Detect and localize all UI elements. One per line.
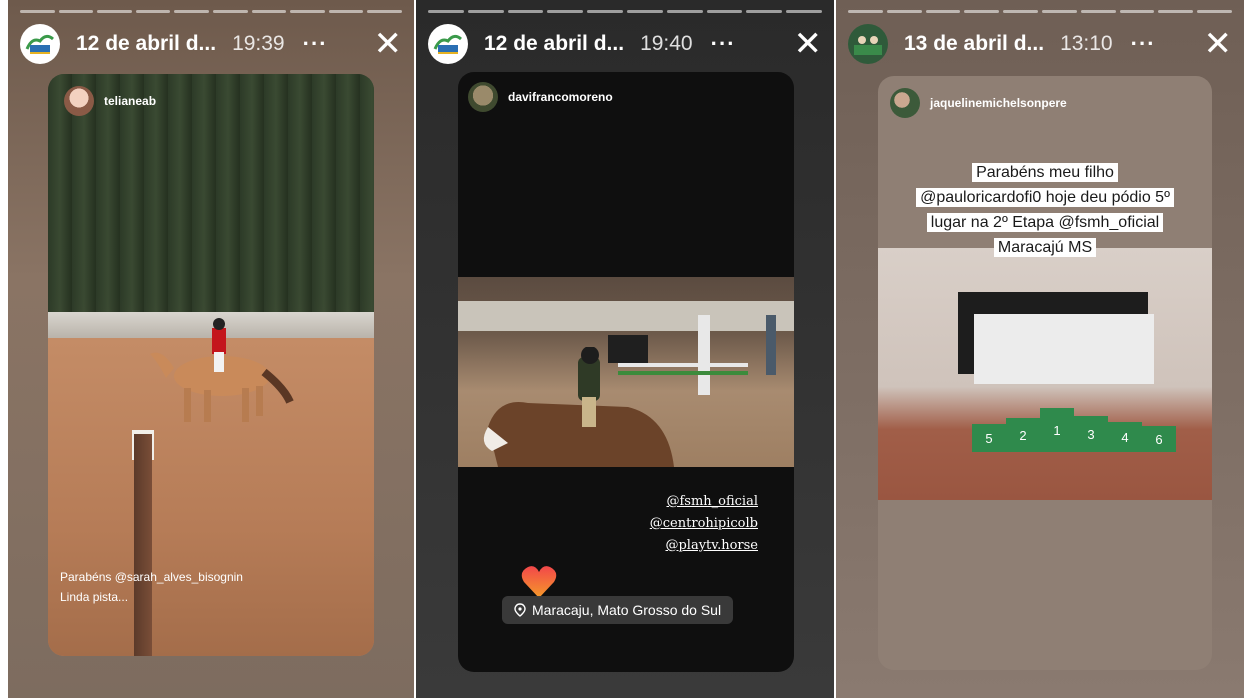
jump-obstacle-image (608, 315, 776, 395)
username: davifrancomoreno (508, 90, 613, 104)
caption-line: Linda pista... (60, 590, 129, 604)
mention-tag[interactable]: @fsmh_oficial (666, 494, 758, 509)
location-pin-icon (514, 603, 526, 617)
story-time: 13:10 (1060, 32, 1113, 55)
story-progress-bar (848, 10, 1232, 13)
horse-rider-image (150, 318, 294, 422)
podium-step: 2 (1006, 418, 1040, 452)
close-button[interactable]: ✕ (1204, 27, 1233, 61)
mention-tag[interactable]: @playtv.horse (665, 538, 758, 553)
more-options-button[interactable]: ··· (303, 31, 328, 57)
competition-photo (458, 277, 794, 467)
fsmh-logo-icon (433, 34, 462, 54)
podium-step: 4 (1108, 422, 1142, 452)
story-caption: Parabéns meu filho @pauloricardofi0 hoje… (878, 160, 1212, 260)
mention-tag[interactable]: @centrohipicolb (650, 516, 758, 531)
user-avatar (64, 86, 94, 116)
location-sticker[interactable]: Maracaju, Mato Grosso do Sul (502, 596, 734, 624)
shared-story-card[interactable]: telianeab Parabéns @sarah_alves_bisognin… (48, 74, 374, 656)
story-header: 12 de abril d... 19:40 ··· ✕ (428, 24, 822, 64)
story-progress-bar (20, 10, 402, 13)
story-time: 19:40 (640, 32, 693, 55)
caption-line: Maracajú MS (993, 238, 1097, 257)
user-avatar (890, 88, 920, 118)
story-time: 19:39 (232, 32, 285, 55)
shared-story-card[interactable]: davifrancomoreno @fsmh_oficial @centrohi… (458, 72, 794, 672)
story-panel-2: 12 de abril d... 19:40 ··· ✕ davifrancom… (416, 0, 834, 698)
caption-line: Parabéns @sarah_alves_bisognin (60, 570, 243, 584)
story-header: 12 de abril d... 19:39 ··· ✕ (20, 24, 402, 64)
story-date-title: 12 de abril d... (76, 32, 217, 55)
user-avatar (468, 82, 498, 112)
caption-line: Parabéns meu filho (972, 163, 1118, 182)
podium-photo-avatar-icon (854, 36, 882, 55)
story-panel-1: 12 de abril d... 19:39 ··· ✕ telianeab P… (8, 0, 414, 698)
account-avatar[interactable] (20, 24, 60, 64)
fsmh-logo-icon (25, 34, 54, 54)
heart-sticker-icon (521, 566, 557, 598)
caption-line: lugar na 2º Etapa @fsmh_oficial (926, 213, 1164, 232)
close-button[interactable]: ✕ (794, 27, 823, 61)
story-date-title: 13 de abril d... (904, 32, 1045, 55)
location-label: Maracaju, Mato Grosso do Sul (532, 602, 722, 618)
story-progress-bar (428, 10, 822, 13)
account-avatar[interactable] (428, 24, 468, 64)
podium-step: 1 (1040, 408, 1074, 452)
original-poster[interactable]: jaquelinemichelsonpere (890, 88, 1067, 118)
more-options-button[interactable]: ··· (1131, 31, 1156, 57)
podium-step: 6 (1142, 426, 1176, 452)
username: jaquelinemichelsonpere (930, 96, 1067, 110)
podium-step: 3 (1074, 416, 1108, 452)
podium-photo: 5 2 1 3 4 6 (878, 248, 1212, 500)
story-header: 13 de abril d... 13:10 ··· ✕ (848, 24, 1232, 64)
story-date-title: 12 de abril d... (484, 32, 625, 55)
original-poster[interactable]: telianeab (64, 86, 156, 116)
original-poster[interactable]: davifrancomoreno (468, 82, 613, 112)
caption-line: @pauloricardofi0 hoje deu pódio 5º (916, 188, 1174, 207)
account-avatar[interactable] (848, 24, 888, 64)
close-button[interactable]: ✕ (374, 27, 403, 61)
sponsor-banner (974, 314, 1154, 384)
username: telianeab (104, 94, 157, 108)
wooden-post (134, 434, 152, 656)
shared-story-card[interactable]: jaquelinemichelsonpere 5 2 1 3 4 6 Parab… (878, 76, 1212, 670)
more-options-button[interactable]: ··· (711, 31, 736, 57)
story-panel-3: 13 de abril d... 13:10 ··· ✕ jaquelinemi… (836, 0, 1244, 698)
podium-step: 5 (972, 424, 1006, 452)
